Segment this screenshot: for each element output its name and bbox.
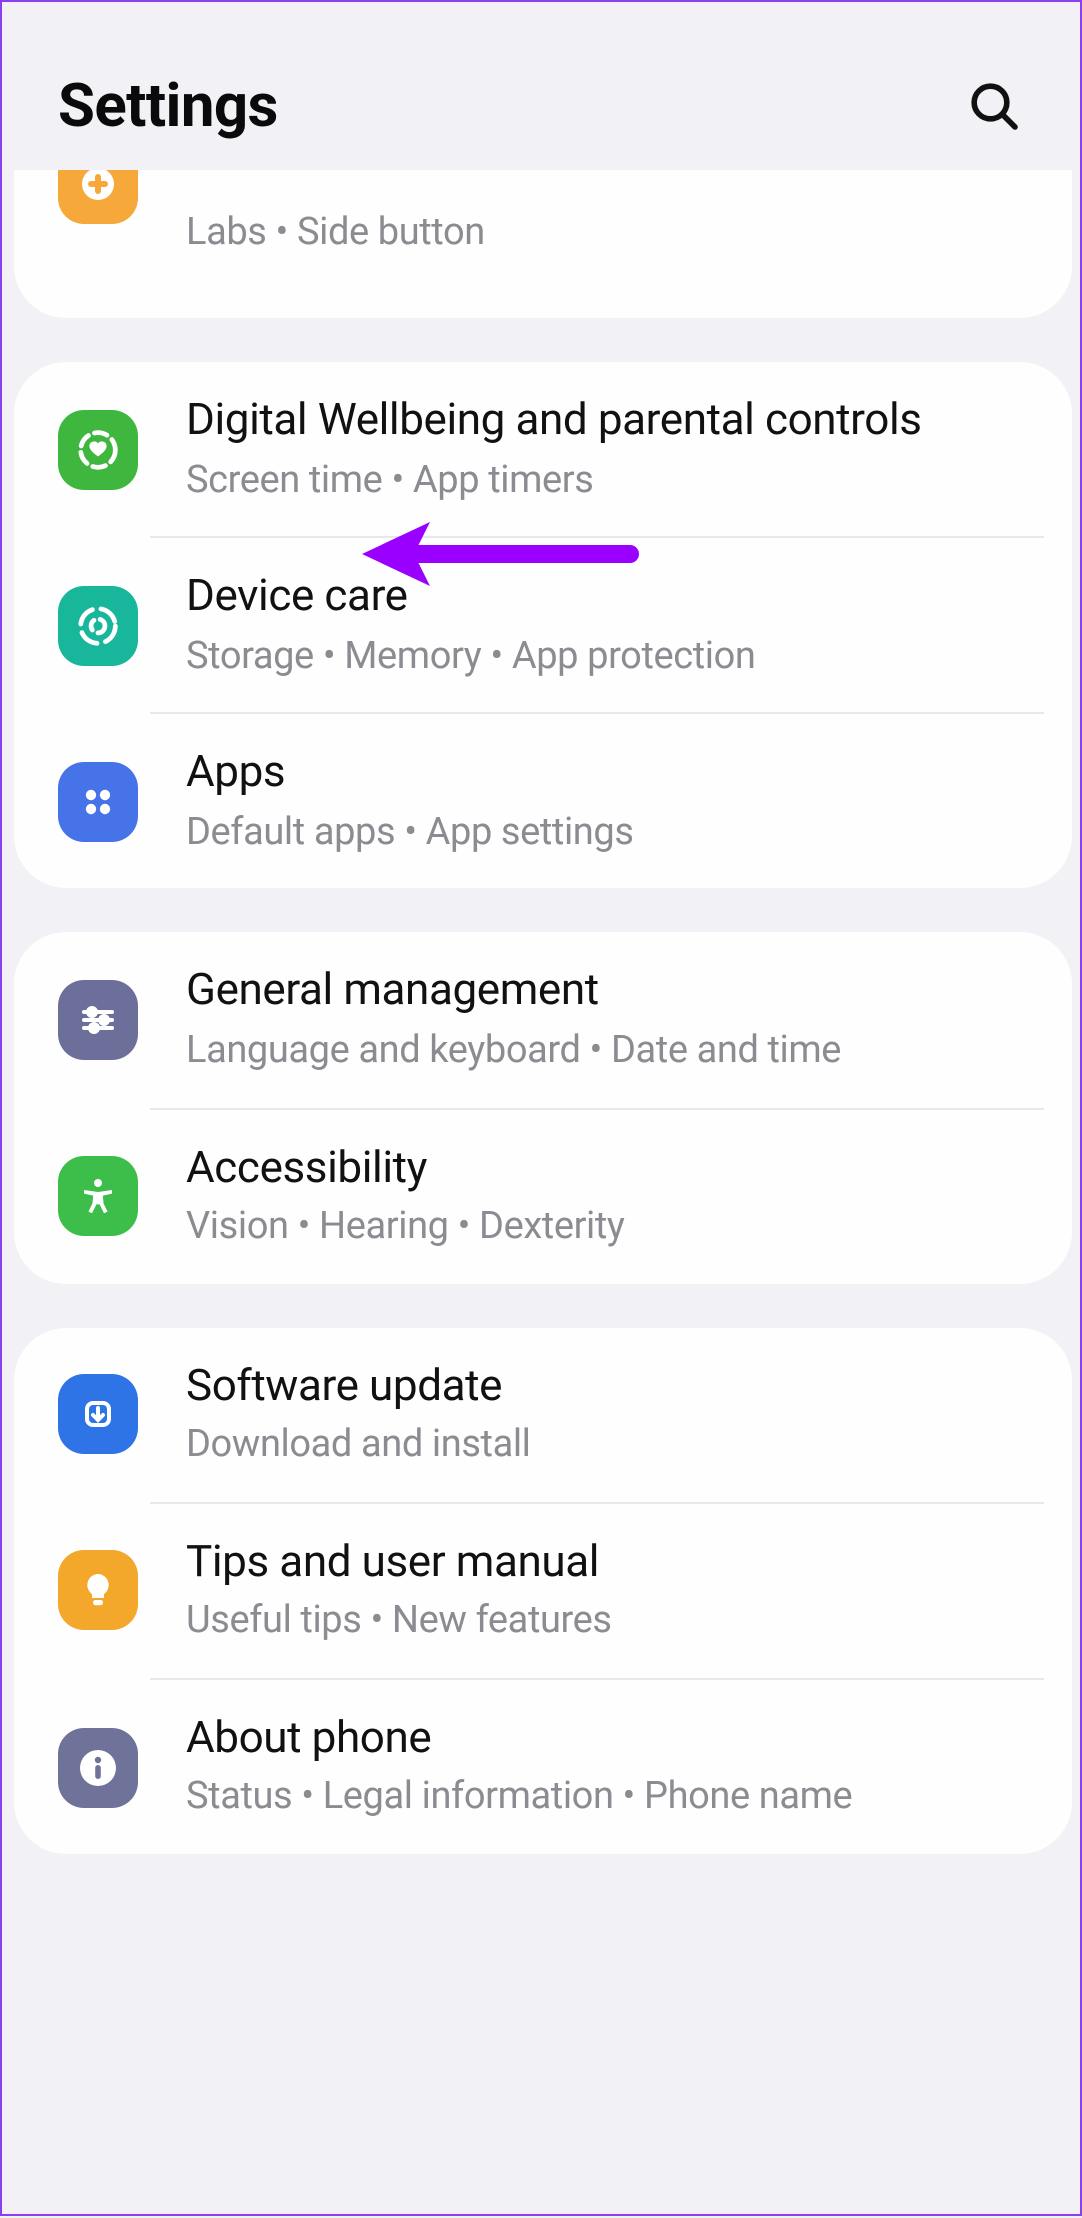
about-phone-icon — [58, 1727, 138, 1807]
row-subtitle: Storage • Memory • App protection — [186, 629, 1028, 680]
settings-row-about-phone[interactable]: About phone Status • Legal information •… — [14, 1680, 1072, 1854]
row-subtitle: Default apps • App settings — [186, 806, 1028, 857]
row-title: Tips and user manual — [186, 1536, 1028, 1591]
row-title: About phone — [186, 1712, 1028, 1767]
settings-group-wellbeing: Digital Wellbeing and parental controls … — [14, 362, 1072, 889]
row-title: Device care — [186, 570, 1028, 625]
row-title: Accessibility — [186, 1141, 1028, 1196]
row-title: Software update — [186, 1359, 1028, 1414]
settings-row-digital-wellbeing[interactable]: Digital Wellbeing and parental controls … — [14, 362, 1072, 536]
row-title: Digital Wellbeing and parental controls — [186, 394, 1028, 449]
settings-row-advanced-features[interactable]: Advanced features Labs • Side button — [14, 170, 1072, 318]
wellbeing-icon — [58, 409, 138, 489]
settings-group-system: Software update Download and install Tip… — [14, 1327, 1072, 1854]
settings-group-advanced: Advanced features Labs • Side button — [14, 170, 1072, 318]
row-subtitle: Download and install — [186, 1418, 1028, 1469]
settings-row-tips[interactable]: Tips and user manual Useful tips • New f… — [14, 1504, 1072, 1678]
advanced-features-icon — [58, 170, 138, 224]
row-subtitle: Status • Legal information • Phone name — [186, 1771, 1028, 1822]
settings-row-apps[interactable]: Apps Default apps • App settings — [14, 715, 1072, 889]
page-title: Settings — [58, 71, 278, 141]
row-subtitle: Labs • Side button — [186, 206, 1028, 257]
software-update-icon — [58, 1375, 138, 1455]
tips-icon — [58, 1551, 138, 1631]
row-title: Apps — [186, 747, 1028, 802]
row-subtitle: Useful tips • New features — [186, 1595, 1028, 1646]
device-care-icon — [58, 585, 138, 665]
settings-row-accessibility[interactable]: Accessibility Vision • Hearing • Dexteri… — [14, 1109, 1072, 1283]
row-subtitle: Vision • Hearing • Dexterity — [186, 1200, 1028, 1251]
settings-row-software-update[interactable]: Software update Download and install — [14, 1327, 1072, 1501]
apps-icon — [58, 762, 138, 842]
row-subtitle: Language and keyboard • Date and time — [186, 1024, 1028, 1075]
header: Settings — [2, 2, 1082, 170]
search-icon — [966, 78, 1022, 134]
settings-group-general: General management Language and keyboard… — [14, 933, 1072, 1284]
search-button[interactable] — [960, 72, 1028, 140]
settings-row-general-management[interactable]: General management Language and keyboard… — [14, 933, 1072, 1107]
row-title: General management — [186, 965, 1028, 1020]
general-management-icon — [58, 980, 138, 1060]
settings-row-device-care[interactable]: Device care Storage • Memory • App prote… — [14, 538, 1072, 712]
accessibility-icon — [58, 1156, 138, 1236]
row-subtitle: Screen time • App timers — [186, 453, 1028, 504]
